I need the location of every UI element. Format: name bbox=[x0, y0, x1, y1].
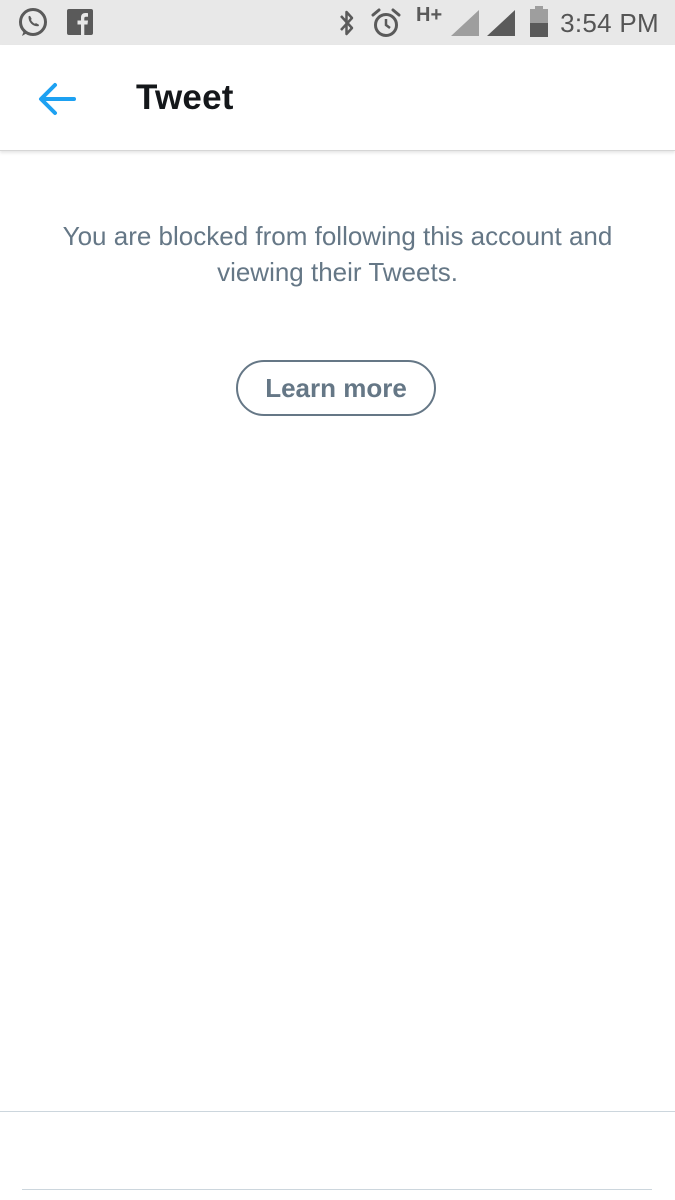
learn-more-button[interactable]: Learn more bbox=[236, 360, 436, 416]
battery-icon bbox=[530, 6, 548, 37]
page-title: Tweet bbox=[136, 78, 234, 117]
alarm-icon bbox=[371, 8, 401, 37]
bluetooth-icon bbox=[340, 10, 354, 36]
signal-icon bbox=[487, 10, 515, 36]
divider bbox=[22, 1189, 652, 1190]
blocked-message: You are blocked from following this acco… bbox=[62, 221, 613, 287]
status-bar: H+ 3:54 PM bbox=[0, 0, 675, 45]
whatsapp-icon bbox=[19, 8, 47, 36]
back-button[interactable] bbox=[22, 71, 92, 127]
divider bbox=[0, 1111, 675, 1112]
status-time: 3:54 PM bbox=[560, 8, 659, 38]
network-type-label: H+ bbox=[416, 4, 443, 26]
signal-icon bbox=[451, 10, 479, 36]
app-bar: Tweet bbox=[0, 45, 675, 151]
facebook-icon bbox=[67, 9, 93, 35]
arrow-left-icon bbox=[39, 83, 76, 115]
